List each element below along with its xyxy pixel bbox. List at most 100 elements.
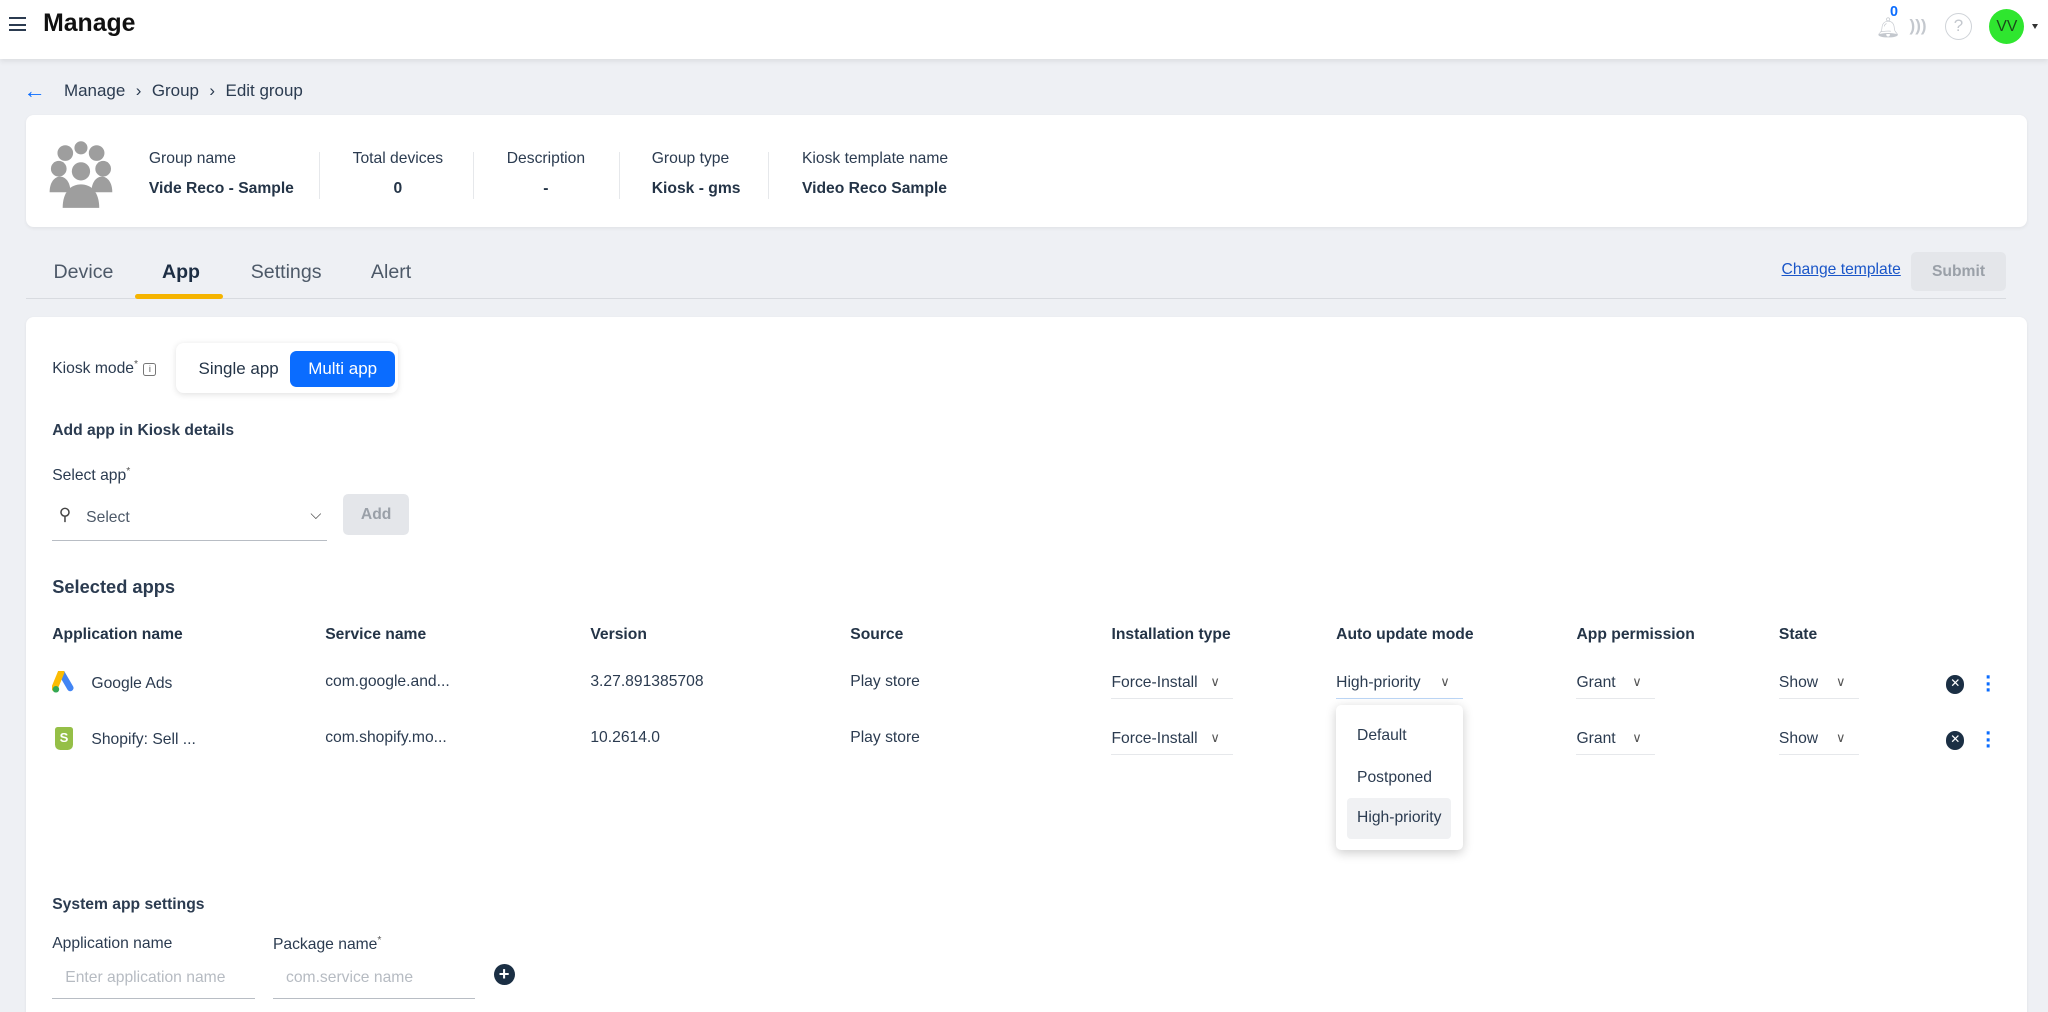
total-devices-field: Total devices 0	[353, 150, 444, 198]
add-button[interactable]: Add	[343, 493, 409, 536]
col-application-name: Application name	[52, 625, 183, 643]
active-tab-indicator	[134, 293, 224, 300]
menu-item-high-priority[interactable]: High-priority	[1346, 798, 1452, 839]
chevron-down-icon: ∨	[1835, 730, 1846, 746]
chevron-down-icon: ∨	[1632, 730, 1642, 746]
group-name-field: Group name Vide Reco - Sample	[149, 150, 294, 198]
multi-app-option[interactable]: Multi app	[289, 351, 396, 387]
state-dropdown[interactable]: Show ∨	[1778, 670, 1859, 699]
application-name-input[interactable]	[52, 957, 255, 1000]
group-info-card: Group name Vide Reco - Sample Total devic…	[26, 114, 2028, 228]
source: Play store	[850, 728, 920, 746]
single-app-option[interactable]: Single app	[180, 351, 297, 386]
chevron-down-icon: ∨	[1440, 673, 1450, 689]
col-state: State	[1778, 625, 1818, 643]
tab-alert[interactable]: Alert	[371, 261, 411, 284]
breadcrumb-edit-group: Edit group	[225, 81, 303, 101]
chevron-down-icon: ∨	[1210, 673, 1220, 689]
field-label: Kiosk template name	[801, 150, 949, 168]
notification-badge: 0	[1889, 3, 1898, 20]
add-app-heading: Add app in Kiosk details	[52, 421, 235, 439]
col-app-permission: App permission	[1576, 625, 1695, 643]
col-version: Version	[590, 625, 647, 643]
remove-icon[interactable]: ✕	[1946, 731, 1965, 750]
rss-icon[interactable]: )))	[1910, 16, 1927, 36]
version: 10.2614.0	[590, 728, 660, 746]
app-permission-dropdown[interactable]: Grant ∨	[1576, 670, 1655, 699]
breadcrumb-group[interactable]: Group	[152, 81, 199, 101]
info-icon[interactable]: i	[143, 362, 157, 376]
field-label: Total devices	[352, 150, 444, 168]
tab-settings[interactable]: Settings	[251, 261, 322, 284]
auto-update-dropdown[interactable]: High-priority ∨	[1336, 670, 1463, 699]
tab-app[interactable]: App	[162, 261, 200, 284]
tab-device[interactable]: Device	[54, 261, 114, 284]
app-panel: Kiosk mode* i Single app Multi app Add ap…	[26, 317, 2028, 1012]
package-name-label: Package name*	[272, 935, 382, 954]
divider	[318, 151, 320, 199]
select-app-dropdown[interactable]: ⚲ Select ⌵	[52, 494, 327, 541]
group-icon	[49, 141, 113, 208]
avatar[interactable]: VV	[1989, 9, 2025, 45]
installation-type-dropdown[interactable]: Force-Install ∨	[1111, 726, 1233, 755]
installation-type-dropdown[interactable]: Force-Install ∨	[1111, 670, 1233, 699]
dropdown-value: Grant	[1576, 673, 1616, 691]
more-options-icon[interactable]: · · ·	[1985, 667, 1992, 701]
col-auto-update-mode: Auto update mode	[1336, 625, 1474, 643]
divider	[472, 151, 475, 199]
add-icon[interactable]: +	[493, 964, 515, 985]
dropdown-value: Show	[1778, 730, 1819, 748]
source: Play store	[850, 672, 920, 690]
back-arrow-icon[interactable]: ←	[24, 78, 46, 104]
change-template-link[interactable]: Change template	[1782, 261, 1901, 279]
chevron-down-icon: ⌵	[310, 506, 322, 523]
menu-item-postponed[interactable]: Postponed	[1347, 758, 1451, 798]
divider	[767, 151, 770, 199]
menu-item-default[interactable]: Default	[1347, 716, 1451, 756]
dropdown-value: Force-Install	[1111, 673, 1198, 691]
remove-icon[interactable]: ✕	[1946, 675, 1965, 694]
state-dropdown[interactable]: Show ∨	[1778, 726, 1859, 755]
auto-update-menu: Default Postponed High-priority	[1336, 705, 1463, 851]
kiosk-mode-text: Kiosk mode	[52, 360, 135, 378]
dropdown-value: Force-Install	[1111, 730, 1198, 748]
field-value: -	[543, 179, 549, 197]
tab-bar: Device App Settings Alert	[26, 248, 2007, 300]
app-permission-dropdown[interactable]: Grant ∨	[1576, 726, 1655, 755]
page-title: Manage	[43, 10, 136, 38]
kiosk-mode-label: Kiosk mode* i	[52, 359, 157, 378]
dropdown-value: Show	[1778, 673, 1819, 691]
search-icon: ⚲	[58, 505, 72, 525]
field-value: Kiosk - gms	[651, 179, 741, 197]
google-ads-icon	[52, 671, 74, 693]
service-name: com.google.and...	[325, 672, 450, 690]
field-label: Description	[506, 150, 586, 168]
field-value: Video Reco Sample	[801, 179, 947, 197]
application-name-label: Application name	[52, 935, 173, 953]
menu-icon[interactable]	[9, 16, 27, 32]
select-app-label: Select app*	[52, 466, 131, 485]
description-field: Description -	[507, 150, 585, 198]
app-name: Google Ads	[91, 675, 173, 693]
breadcrumb-manage[interactable]: Manage	[64, 81, 125, 101]
shopify-icon: S	[54, 727, 74, 750]
package-name-input[interactable]	[272, 957, 476, 1000]
group-type-field: Group type Kiosk - gms	[652, 150, 741, 198]
more-options-icon[interactable]: · · ·	[1985, 723, 1992, 757]
dropdown-value: High-priority	[1336, 673, 1421, 691]
help-icon[interactable]: ?	[1944, 13, 1973, 41]
chevron-right-icon: ›	[209, 81, 216, 101]
submit-button[interactable]: Submit	[1910, 252, 2007, 292]
chevron-down-icon: ∨	[1835, 673, 1846, 689]
field-label: Group type	[651, 150, 730, 168]
field-value: Vide Reco - Sample	[148, 179, 294, 197]
select-app-text: Select app	[52, 467, 127, 485]
chevron-down-icon: ∨	[1210, 730, 1220, 746]
chevron-right-icon: ›	[135, 81, 142, 101]
chevron-down-icon[interactable]	[2032, 23, 2039, 32]
app-name: Shopify: Sell ...	[91, 731, 196, 749]
top-bar: Manage 🔔︎ 0 ))) ? VV	[0, 0, 2048, 59]
col-installation-type: Installation type	[1111, 625, 1231, 643]
version: 3.27.891385708	[590, 672, 704, 690]
divider	[619, 151, 621, 199]
